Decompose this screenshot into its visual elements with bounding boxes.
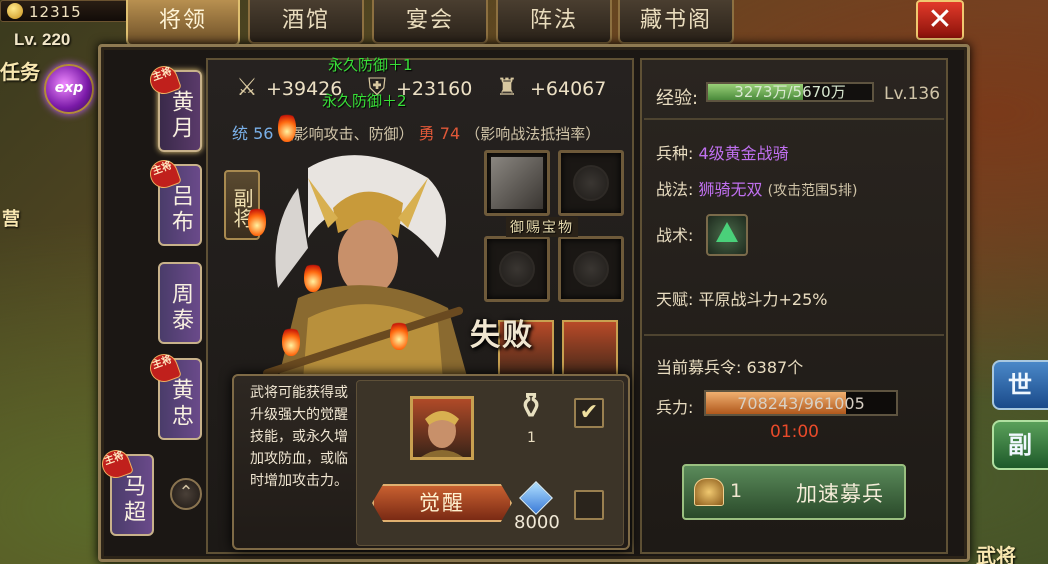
tong-desc: （影响攻击、防御） (278, 125, 414, 143)
camp-button[interactable]: 营 (2, 205, 20, 231)
exp-icon[interactable]: exp (44, 64, 94, 114)
fire-effect (248, 206, 266, 236)
troop-type-value: 4级黄金战骑 (698, 144, 789, 163)
talent-row: 天赋: 平原战斗力+25% (656, 286, 827, 310)
exp-progress-bar: 3273万/5670万 (706, 82, 874, 102)
troop-progress-text: 708243/961005 (737, 394, 865, 413)
tactic-name[interactable]: 狮骑无双 (699, 180, 763, 199)
fire-effect (304, 262, 322, 292)
yong-desc: （影响战法抵挡率） (465, 125, 601, 143)
triangle-skill-icon (716, 222, 738, 242)
fire-effect (278, 112, 296, 142)
hero-tab-zhoutai[interactable]: 周泰 (158, 262, 202, 344)
tong-label: 统 (232, 124, 249, 143)
empty-slot-icon (573, 251, 609, 287)
treasure-slot[interactable] (558, 150, 624, 216)
divider (644, 118, 944, 120)
exp-label: 经验: (656, 88, 699, 109)
diamond-checkbox[interactable] (574, 490, 604, 520)
check-icon: ✔ (579, 400, 599, 425)
player-level: Lv. 220 (14, 30, 71, 49)
teapot-icon: ⚱ (516, 386, 547, 427)
fail-text: 失败 (470, 318, 534, 353)
exp-progress-text: 3273万/5670万 (734, 83, 846, 101)
treasure-slot[interactable] (558, 236, 624, 302)
exp-badge-label: exp (54, 80, 84, 96)
close-icon: ✕ (927, 2, 953, 37)
task-button[interactable]: 任务 (0, 60, 40, 84)
close-button[interactable]: ✕ (916, 0, 964, 40)
yong-label: 勇 (418, 124, 435, 143)
troop-type-label: 兵种: (656, 144, 694, 163)
generals-shortcut[interactable]: 武将 (976, 540, 1016, 564)
tab-tavern[interactable]: 酒馆 (248, 0, 364, 44)
troop-label: 兵力: (656, 398, 694, 417)
teapot-checkbox[interactable]: ✔ (574, 398, 604, 428)
speed-token-icon (694, 478, 724, 506)
gold-value: 12315 (29, 3, 82, 21)
tab-library[interactable]: 藏书阁 (618, 0, 734, 44)
empty-slot-icon (573, 165, 609, 201)
recruit-timer: 01:00 (770, 422, 819, 442)
tab-formation[interactable]: 阵法 (496, 0, 612, 44)
tab-banquet[interactable]: 宴会 (372, 0, 488, 44)
tab-generals[interactable]: 将领 (126, 0, 240, 46)
general-portrait (238, 148, 480, 380)
awaken-description: 武将可能获得或升级强大的觉醒技能，或永久增加攻防血，或临时增加攻击力。 (250, 385, 348, 489)
buff-text: 永久防御＋2 (322, 92, 407, 110)
teapot-count: 1 (527, 430, 536, 446)
hp-icon: ♜ (496, 73, 518, 101)
recruit-token-value: 6387个 (746, 358, 804, 377)
recruit-token-label: 当前募兵令: (656, 358, 742, 377)
attack-icon: ⚔ (236, 73, 258, 101)
hp-value: +64067 (530, 78, 607, 100)
talent-value: 平原战斗力+25% (698, 290, 828, 309)
speed-token-count: 1 (730, 480, 743, 502)
buff-text: 永久防御＋1 (328, 56, 413, 74)
awaken-button[interactable]: 觉醒 (372, 484, 512, 522)
treasure-label: 御赐宝物 (506, 217, 578, 237)
fire-effect (282, 326, 300, 356)
defense-value: +23160 (396, 78, 473, 100)
world-button[interactable]: 世 (992, 360, 1048, 410)
talent-label: 天赋: (656, 290, 694, 309)
troop-type-row: 兵种: 4级黄金战骑 (656, 140, 789, 164)
treasure-slot[interactable] (484, 150, 550, 216)
tactic-range: (攻击范围5排) (767, 183, 858, 199)
general-level: Lv.136 (884, 84, 941, 104)
treasure-slot[interactable] (484, 236, 550, 302)
speed-recruit-label: 加速募兵 (796, 482, 884, 506)
gold-display: 12315 (0, 0, 128, 22)
cavalry-unit-icon[interactable] (562, 320, 618, 376)
tactic-row: 战法: 狮骑无双 (攻击范围5排) (656, 176, 857, 200)
deputy-button[interactable]: 副 (992, 420, 1048, 470)
tong-value: 56 (253, 124, 274, 143)
yong-value: 74 (439, 124, 461, 143)
scroll-treasure-icon (491, 157, 543, 209)
troop-progress-bar: 708243/961005 (704, 390, 898, 416)
divider (644, 334, 944, 336)
general-avatar (410, 396, 474, 460)
empty-slot-icon (499, 251, 535, 287)
diamond-cost: 8000 (514, 512, 560, 533)
fire-effect (390, 320, 408, 350)
chevron-up-icon: ⌃ (178, 482, 194, 503)
tactic-label: 战法: (656, 180, 694, 199)
skill-label: 战术: (656, 226, 694, 245)
recruit-token-row: 当前募兵令: 6387个 (656, 354, 803, 378)
gold-coin-icon (7, 3, 23, 19)
scroll-arrow-button[interactable]: ⌃ (170, 478, 202, 510)
